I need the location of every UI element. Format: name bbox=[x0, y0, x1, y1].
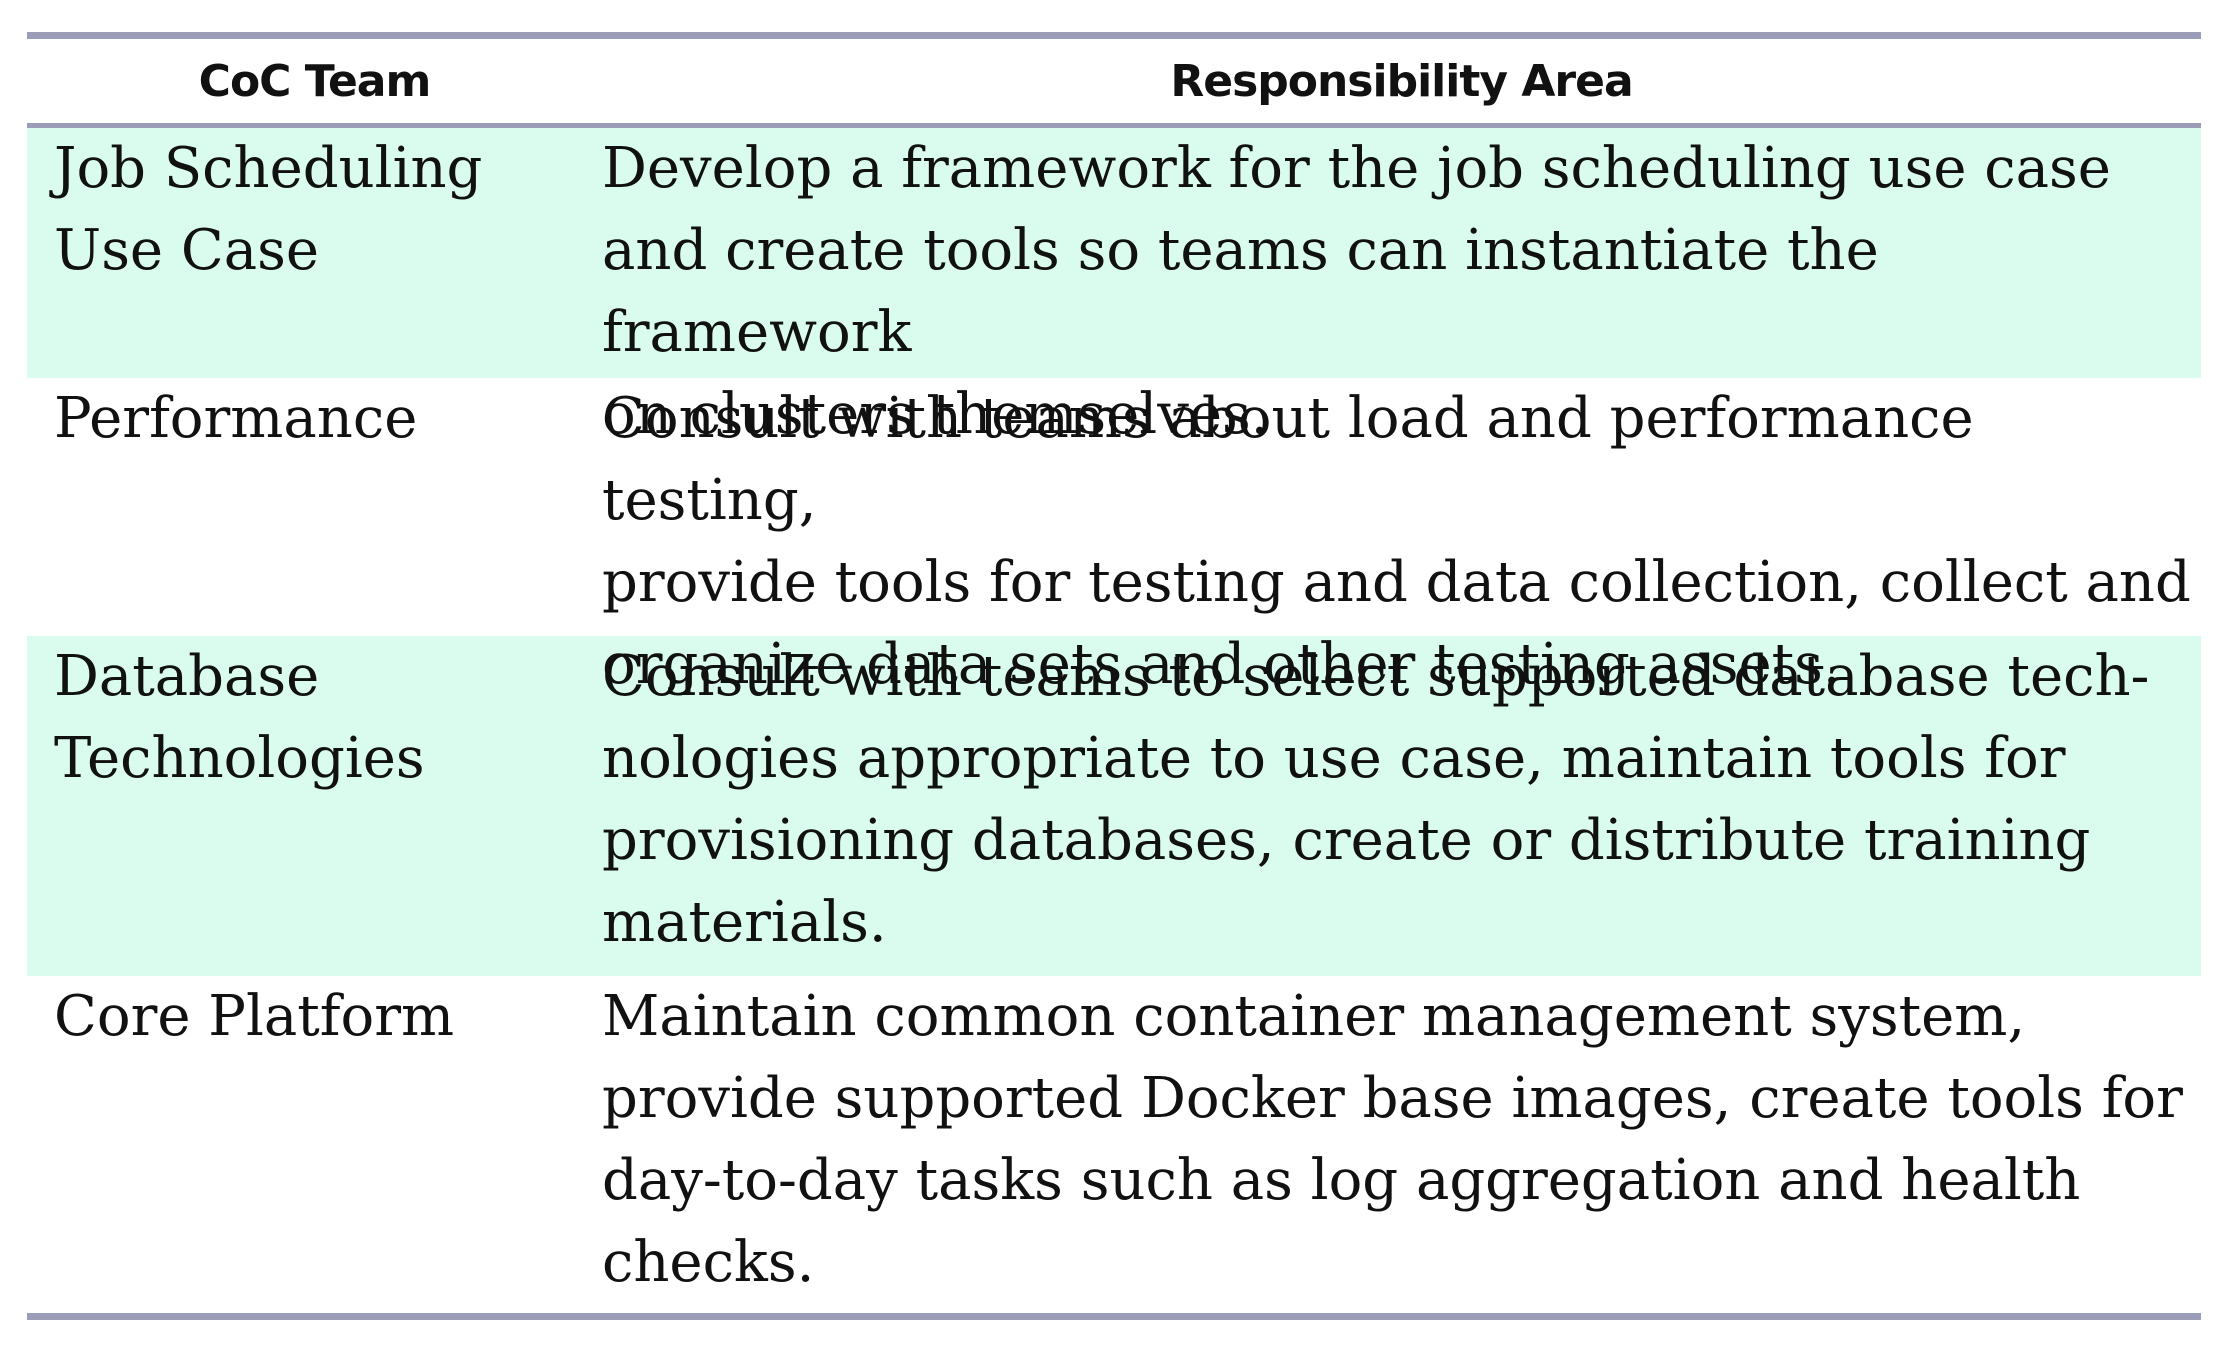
table-row: Database Technologies Consult with teams… bbox=[27, 636, 2201, 976]
coc-team-table: CoC Team Responsibility Area Job Schedul… bbox=[27, 32, 2201, 1320]
header-responsibility-area: Responsibility Area bbox=[1170, 55, 1633, 107]
top-rule bbox=[27, 32, 2201, 39]
team-cell: Job Scheduling Use Case bbox=[54, 136, 483, 283]
responsibility-cell: Maintain common container management sys… bbox=[602, 984, 2183, 1295]
responsibility-cell: Develop a framework for the job scheduli… bbox=[602, 136, 2111, 447]
team-cell: Performance bbox=[54, 386, 418, 451]
responsibility-cell: Consult with teams to select supported d… bbox=[602, 644, 2150, 955]
responsibility-cell: Consult with teams about load and perfor… bbox=[602, 386, 2191, 697]
table-row: Core Platform Maintain common container … bbox=[27, 976, 2201, 1313]
team-cell: Database Technologies bbox=[54, 644, 425, 791]
table-row: Performance Consult with teams about loa… bbox=[27, 378, 2201, 697]
table-row: Job Scheduling Use Case Develop a framew… bbox=[27, 128, 2201, 447]
header-coc-team: CoC Team bbox=[198, 55, 432, 107]
table-header-row: CoC Team Responsibility Area bbox=[27, 39, 2201, 123]
team-cell: Core Platform bbox=[54, 984, 455, 1049]
bottom-rule bbox=[27, 1313, 2201, 1320]
